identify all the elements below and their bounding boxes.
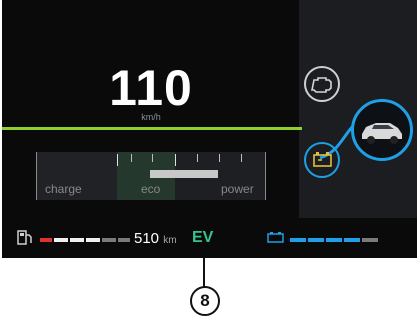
fuel-level-segment (54, 238, 68, 242)
gauge-tick (152, 154, 153, 162)
battery-level-segment (326, 238, 342, 242)
status-bar: 510 km EV (2, 218, 417, 258)
battery-icon (304, 142, 340, 178)
ev-mode-indicator: EV (192, 229, 214, 246)
range-readout: 510 km (134, 230, 177, 247)
range-value: 510 (134, 230, 160, 247)
gauge-label-power: power (221, 182, 254, 196)
fuel-level-segment (40, 238, 52, 242)
gauge-label-charge: charge (45, 182, 82, 196)
fuel-level-segment (118, 238, 130, 242)
gauge-tick (219, 154, 220, 162)
speed-value: 110 (109, 60, 193, 116)
callout-marker: 8 (190, 286, 220, 316)
gauge-tick (197, 154, 198, 162)
fuel-pump-icon (16, 229, 34, 252)
battery-level-segment (362, 238, 378, 242)
gauge-tick (117, 154, 118, 166)
gauge-tick (241, 154, 242, 162)
power-gauge: charge eco power (36, 152, 266, 200)
fuel-level-segment (70, 238, 84, 242)
fuel-level-segment (102, 238, 116, 242)
gauge-power-indicator (150, 170, 218, 178)
speed-divider-line (2, 127, 302, 130)
dashboard-screen: 110 km/h charge eco power 510 km EV (2, 0, 417, 258)
battery-level-segment (308, 238, 324, 242)
battery-icon (266, 230, 286, 249)
gauge-label-eco: eco (141, 182, 161, 196)
battery-level-segment (290, 238, 306, 242)
engine-icon (304, 66, 340, 102)
range-unit: km (163, 235, 177, 246)
car-icon (351, 99, 413, 161)
speed-unit: km/h (141, 112, 161, 122)
callout-line (203, 258, 205, 288)
battery-level-segment (344, 238, 360, 242)
fuel-level-segment (86, 238, 100, 242)
gauge-tick (131, 154, 132, 162)
gauge-tick (175, 154, 176, 166)
